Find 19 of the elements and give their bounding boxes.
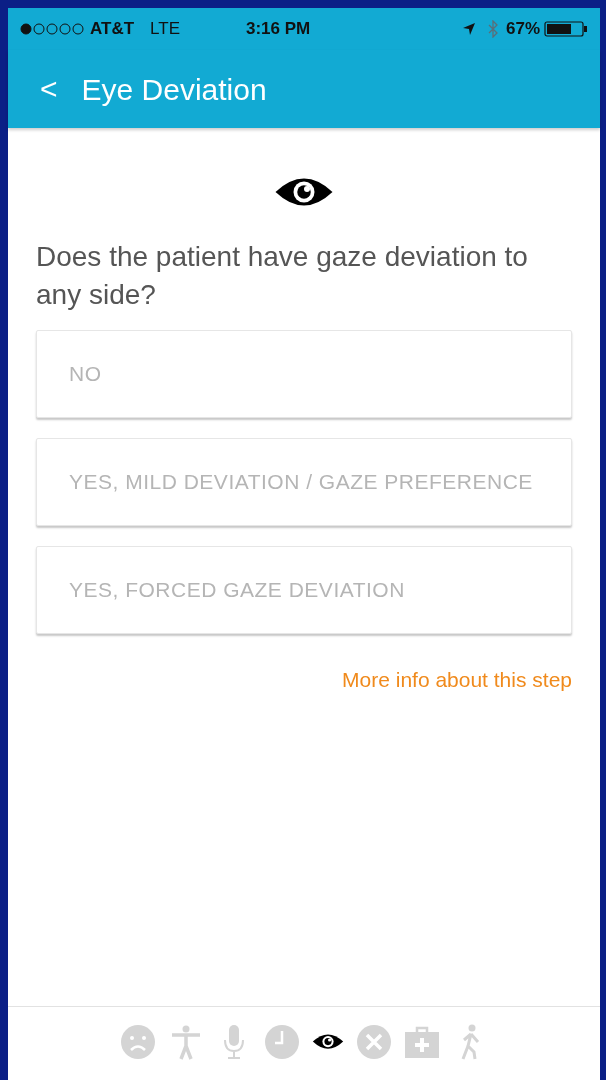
location-arrow-icon xyxy=(461,22,476,36)
signal-icon xyxy=(20,23,86,35)
page-title: Eye Deviation xyxy=(81,71,267,108)
network-type: LTE xyxy=(150,18,180,41)
answer-option[interactable]: NO xyxy=(36,330,572,418)
clock-icon[interactable] xyxy=(264,1023,300,1060)
bluetooth-icon xyxy=(487,20,498,38)
eye-icon[interactable] xyxy=(312,1031,344,1052)
answer-option[interactable]: YES, MILD DEVIATION / GAZE PREFERENCE xyxy=(36,438,572,526)
clock-time: 3:16 PM xyxy=(246,18,311,41)
question-text: Does the patient have gaze deviation to any side? xyxy=(36,240,529,312)
more-info-link[interactable]: More info about this step xyxy=(342,664,572,696)
battery-icon xyxy=(544,21,588,37)
carrier-name: AT&T xyxy=(90,18,135,41)
cross-circle-icon[interactable] xyxy=(356,1023,392,1060)
sad-face-icon[interactable] xyxy=(120,1023,156,1060)
answer-option[interactable]: YES, FORCED GAZE DEVIATION xyxy=(36,546,572,634)
battery-percent: 67% xyxy=(505,18,540,41)
back-button[interactable]: < xyxy=(40,74,58,104)
